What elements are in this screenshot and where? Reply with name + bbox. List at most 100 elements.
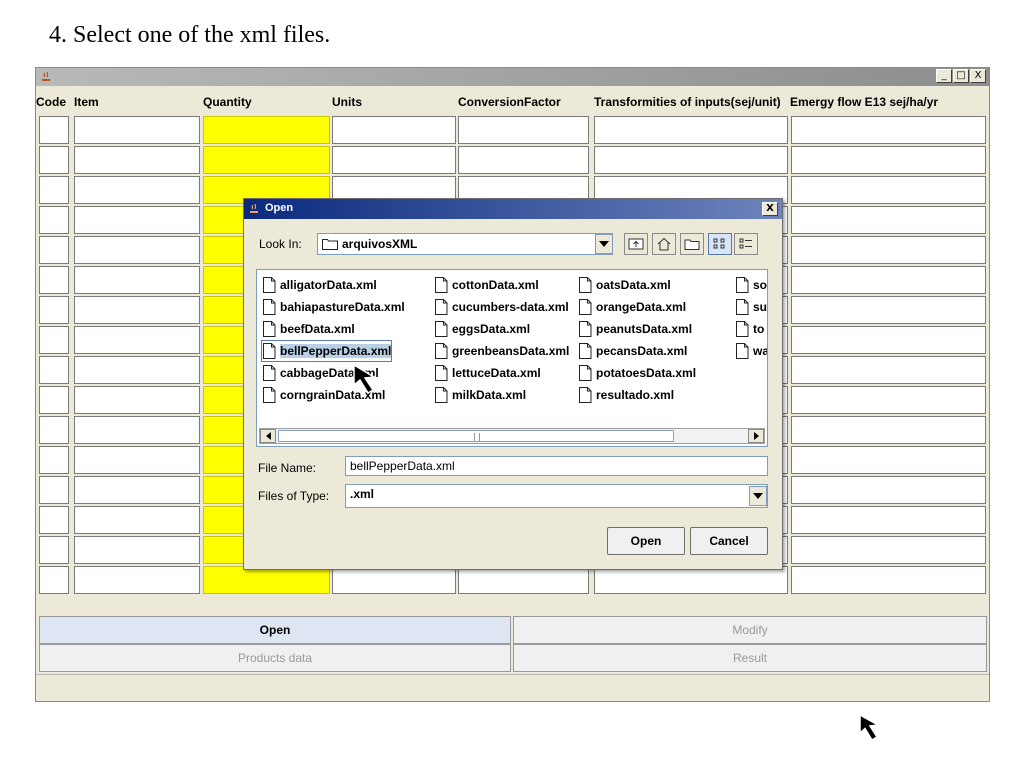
file-item[interactable]: peanutsData.xml	[578, 319, 692, 339]
file-item[interactable]: su	[735, 297, 767, 317]
cell-code[interactable]	[39, 566, 69, 594]
files-of-type-dropdown-arrow[interactable]	[749, 486, 767, 506]
cell-emergy-flow[interactable]	[791, 116, 986, 144]
cell-code[interactable]	[39, 326, 69, 354]
cell-item[interactable]	[74, 356, 200, 384]
cell-emergy-flow[interactable]	[791, 566, 986, 594]
list-view-button[interactable]	[708, 233, 732, 255]
cell-item[interactable]	[74, 566, 200, 594]
cell-item[interactable]	[74, 476, 200, 504]
file-item[interactable]: bahiapastureData.xml	[262, 297, 405, 317]
file-item[interactable]: to	[735, 319, 764, 339]
cell-item[interactable]	[74, 326, 200, 354]
cell-code[interactable]	[39, 296, 69, 324]
file-item[interactable]: beefData.xml	[262, 319, 355, 339]
dialog-open-button[interactable]: Open	[607, 527, 685, 555]
maximize-button[interactable]: □	[953, 69, 969, 83]
file-item[interactable]: orangeData.xml	[578, 297, 686, 317]
file-name-field[interactable]: bellPepperData.xml	[345, 456, 768, 476]
cell-conversion-factor[interactable]	[458, 566, 589, 594]
cell-item[interactable]	[74, 176, 200, 204]
cell-emergy-flow[interactable]	[791, 326, 986, 354]
products-data-button[interactable]: Products data	[39, 644, 511, 672]
close-button[interactable]: X	[970, 69, 986, 83]
file-item[interactable]: bellPepperData.xml	[260, 340, 393, 362]
cell-conversion-factor[interactable]	[458, 116, 589, 144]
result-button[interactable]: Result	[513, 644, 987, 672]
file-item[interactable]: potatoesData.xml	[578, 363, 696, 383]
cell-quantity[interactable]	[203, 566, 330, 594]
new-folder-button[interactable]	[680, 233, 704, 255]
cell-code[interactable]	[39, 236, 69, 264]
up-folder-button[interactable]	[624, 233, 648, 255]
dialog-close-button[interactable]: X	[762, 202, 778, 216]
cell-code[interactable]	[39, 176, 69, 204]
cell-quantity[interactable]	[203, 116, 330, 144]
cell-item[interactable]	[74, 536, 200, 564]
cell-code[interactable]	[39, 116, 69, 144]
scroll-right-button[interactable]	[748, 429, 764, 443]
cell-emergy-flow[interactable]	[791, 446, 986, 474]
cell-emergy-flow[interactable]	[791, 296, 986, 324]
cell-emergy-flow[interactable]	[791, 356, 986, 384]
cell-units[interactable]	[332, 116, 456, 144]
file-item[interactable]: oatsData.xml	[578, 275, 671, 295]
cell-item[interactable]	[74, 296, 200, 324]
cell-code[interactable]	[39, 506, 69, 534]
cell-emergy-flow[interactable]	[791, 506, 986, 534]
cell-transformities[interactable]	[594, 566, 788, 594]
scroll-left-button[interactable]	[260, 429, 276, 443]
cell-transformities[interactable]	[594, 116, 788, 144]
cell-item[interactable]	[74, 206, 200, 234]
cell-emergy-flow[interactable]	[791, 266, 986, 294]
file-item[interactable]: alligatorData.xml	[262, 275, 377, 295]
dialog-titlebar[interactable]: Open X	[244, 199, 782, 219]
horizontal-scrollbar[interactable]	[259, 428, 765, 444]
cell-item[interactable]	[74, 266, 200, 294]
cell-emergy-flow[interactable]	[791, 416, 986, 444]
cell-item[interactable]	[74, 236, 200, 264]
file-item[interactable]: resultado.xml	[578, 385, 674, 405]
cell-emergy-flow[interactable]	[791, 146, 986, 174]
file-list[interactable]: alligatorData.xml bahiapastureData.xml bee…	[256, 269, 768, 447]
cell-emergy-flow[interactable]	[791, 176, 986, 204]
file-item[interactable]: lettuceData.xml	[434, 363, 541, 383]
cell-emergy-flow[interactable]	[791, 386, 986, 414]
file-item[interactable]: greenbeansData.xml	[434, 341, 569, 361]
modify-button[interactable]: Modify	[513, 616, 987, 644]
files-of-type-combo[interactable]: .xml	[345, 484, 768, 508]
home-button[interactable]	[652, 233, 676, 255]
cell-units[interactable]	[332, 146, 456, 174]
cell-item[interactable]	[74, 446, 200, 474]
cell-code[interactable]	[39, 386, 69, 414]
cell-item[interactable]	[74, 386, 200, 414]
cell-conversion-factor[interactable]	[458, 146, 589, 174]
file-item[interactable]: wa	[735, 341, 767, 361]
details-view-button[interactable]	[734, 233, 758, 255]
cell-code[interactable]	[39, 446, 69, 474]
dialog-cancel-button[interactable]: Cancel	[690, 527, 768, 555]
minimize-button[interactable]: _	[936, 69, 952, 83]
cell-transformities[interactable]	[594, 146, 788, 174]
cell-emergy-flow[interactable]	[791, 206, 986, 234]
cell-units[interactable]	[332, 566, 456, 594]
cell-item[interactable]	[74, 146, 200, 174]
look-in-combo[interactable]: arquivosXML	[317, 233, 613, 255]
file-item[interactable]: eggsData.xml	[434, 319, 530, 339]
cell-code[interactable]	[39, 146, 69, 174]
file-item[interactable]: pecansData.xml	[578, 341, 687, 361]
open-button[interactable]: Open	[39, 616, 511, 644]
cell-code[interactable]	[39, 476, 69, 504]
cell-emergy-flow[interactable]	[791, 236, 986, 264]
cell-code[interactable]	[39, 266, 69, 294]
cell-emergy-flow[interactable]	[791, 476, 986, 504]
file-item[interactable]: so	[735, 275, 767, 295]
window-titlebar[interactable]: _ □ X	[36, 68, 989, 86]
cell-item[interactable]	[74, 506, 200, 534]
cell-code[interactable]	[39, 536, 69, 564]
cell-item[interactable]	[74, 116, 200, 144]
cell-code[interactable]	[39, 356, 69, 384]
cell-quantity[interactable]	[203, 146, 330, 174]
cell-code[interactable]	[39, 416, 69, 444]
scrollbar-thumb[interactable]	[278, 430, 674, 442]
